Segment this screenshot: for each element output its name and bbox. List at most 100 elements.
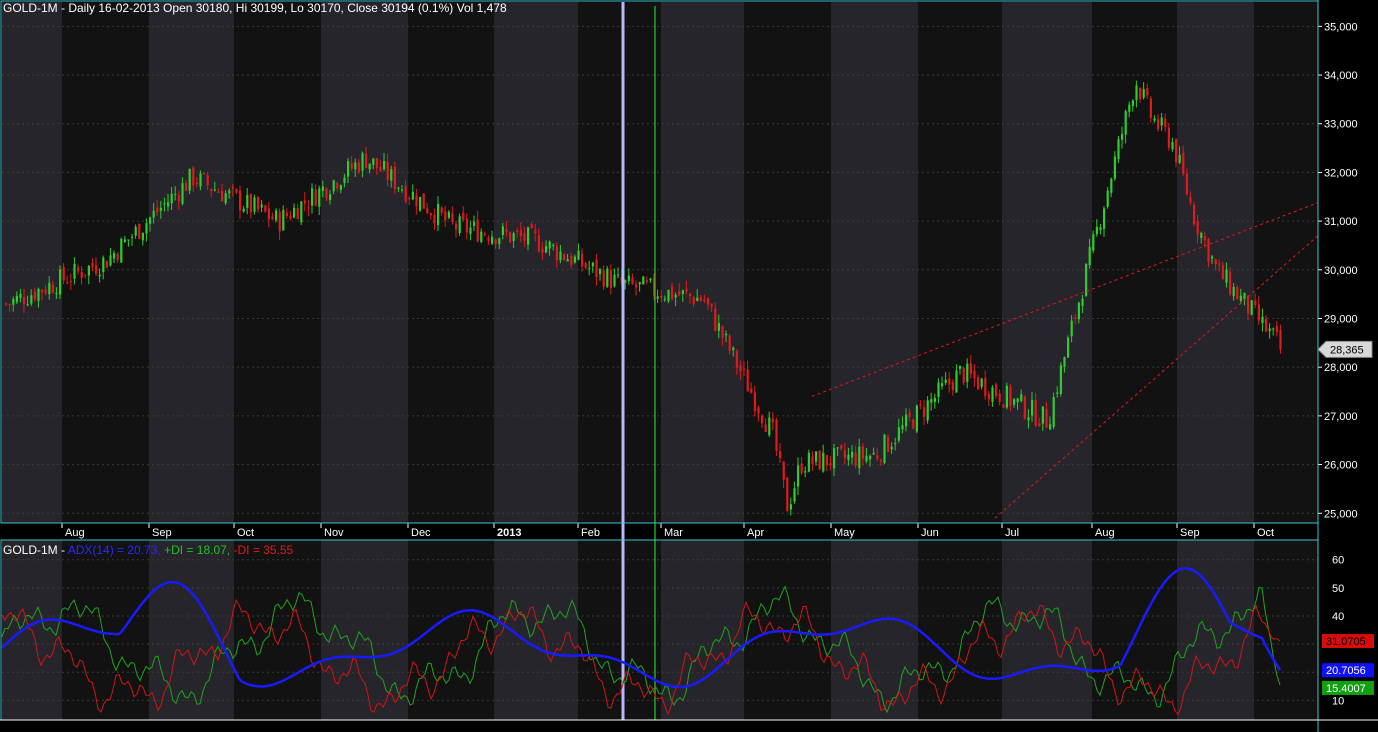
candle-body	[1045, 408, 1048, 428]
candle-body	[606, 268, 609, 287]
candle-body	[545, 246, 548, 253]
candle-body	[797, 465, 800, 487]
candle-body	[570, 255, 573, 266]
candle-body	[116, 254, 119, 260]
candle-body	[761, 415, 764, 424]
candle-body	[480, 231, 483, 242]
candle-body	[131, 236, 134, 238]
candle-body	[822, 452, 825, 472]
candle-body	[253, 197, 256, 212]
candle-body	[1254, 300, 1257, 305]
candle-body	[1099, 227, 1102, 231]
candle-body	[523, 233, 526, 241]
candle-body	[62, 266, 65, 281]
price-band	[918, 2, 1002, 523]
candle-body	[393, 166, 396, 189]
price-tick-label: 28,000	[1324, 362, 1358, 374]
indicator-band	[149, 540, 234, 720]
candle-body	[303, 200, 306, 204]
month-label: Oct	[1257, 527, 1274, 539]
candle-body	[491, 236, 494, 244]
price-band	[494, 2, 578, 523]
candle-body	[365, 153, 368, 168]
candle-body	[789, 504, 792, 510]
indicator-band	[62, 540, 149, 720]
candle-body	[912, 419, 915, 429]
price-band	[1002, 2, 1092, 523]
candle-body	[462, 212, 465, 220]
candle-body	[656, 296, 659, 299]
candle-body	[206, 175, 209, 186]
candle-body	[473, 221, 476, 226]
candle-body	[710, 303, 713, 307]
candle-body	[73, 263, 76, 279]
candle-body	[779, 451, 782, 458]
candle-body	[793, 488, 796, 502]
candle-body	[260, 204, 263, 208]
candle-body	[1121, 133, 1124, 140]
candle-body	[923, 407, 926, 417]
chart-window: 25,000 26,000 27,000 28,000 29,000 30,000 31,0…	[0, 0, 1378, 732]
candle-body	[1185, 173, 1188, 195]
candle-body	[1023, 396, 1026, 419]
candle-body	[95, 265, 98, 274]
candle-body	[1031, 399, 1034, 416]
candle-body	[1214, 259, 1217, 265]
indicator-tick-label: 10	[1332, 695, 1344, 707]
candle-body	[476, 219, 479, 242]
price-tick-label: 30,000	[1324, 265, 1358, 277]
candle-body	[275, 210, 278, 221]
candle-body	[1247, 295, 1250, 314]
month-label: Aug	[65, 527, 85, 539]
candle-body	[725, 333, 728, 336]
candle-body	[879, 459, 882, 462]
candle-body	[581, 253, 584, 267]
candle-body	[321, 186, 324, 191]
month-label: 2013	[497, 527, 521, 539]
candle-body	[167, 202, 170, 207]
candle-body	[102, 257, 105, 272]
candle-body	[278, 211, 281, 232]
price-band	[234, 2, 321, 523]
candle-body	[451, 213, 454, 222]
month-label: May	[834, 527, 855, 539]
price-tick-label: 34,000	[1324, 70, 1358, 82]
candle-body	[296, 207, 299, 220]
candle-body	[1193, 204, 1196, 225]
candle-body	[37, 288, 40, 301]
month-label: Mar	[664, 527, 683, 539]
candle-body	[1279, 330, 1282, 350]
candle-body	[199, 173, 202, 187]
candle-body	[671, 286, 674, 300]
candle-body	[1077, 302, 1080, 320]
candle-body	[354, 162, 357, 170]
price-band	[2, 2, 62, 523]
candle-body	[890, 446, 893, 450]
candle-body	[1034, 400, 1037, 426]
candle-body	[707, 298, 710, 305]
candle-body	[15, 295, 18, 303]
candle-body	[1160, 117, 1163, 126]
candle-body	[631, 277, 634, 284]
candle-body	[1189, 197, 1192, 203]
candle-body	[138, 223, 141, 239]
candle-body	[1013, 399, 1016, 405]
candle-body	[185, 182, 188, 191]
candle-body	[30, 295, 33, 304]
candle-body	[1146, 87, 1149, 96]
month-label: Jul	[1005, 527, 1019, 539]
price-chart[interactable]: 25,000 26,000 27,000 28,000 29,000 30,000 31,0…	[0, 0, 1378, 732]
candle-body	[537, 235, 540, 252]
candle-body	[307, 207, 310, 209]
candle-body	[217, 191, 220, 193]
candle-body	[347, 161, 350, 177]
candle-body	[501, 226, 504, 235]
candle-body	[285, 212, 288, 216]
candle-body	[1005, 385, 1008, 408]
candle-body	[249, 194, 252, 213]
price-band	[62, 2, 149, 523]
candle-body	[1218, 263, 1221, 265]
candle-body	[1196, 221, 1199, 235]
candle-body	[1103, 208, 1106, 229]
adx-badge-text: 20.7056	[1326, 665, 1366, 677]
